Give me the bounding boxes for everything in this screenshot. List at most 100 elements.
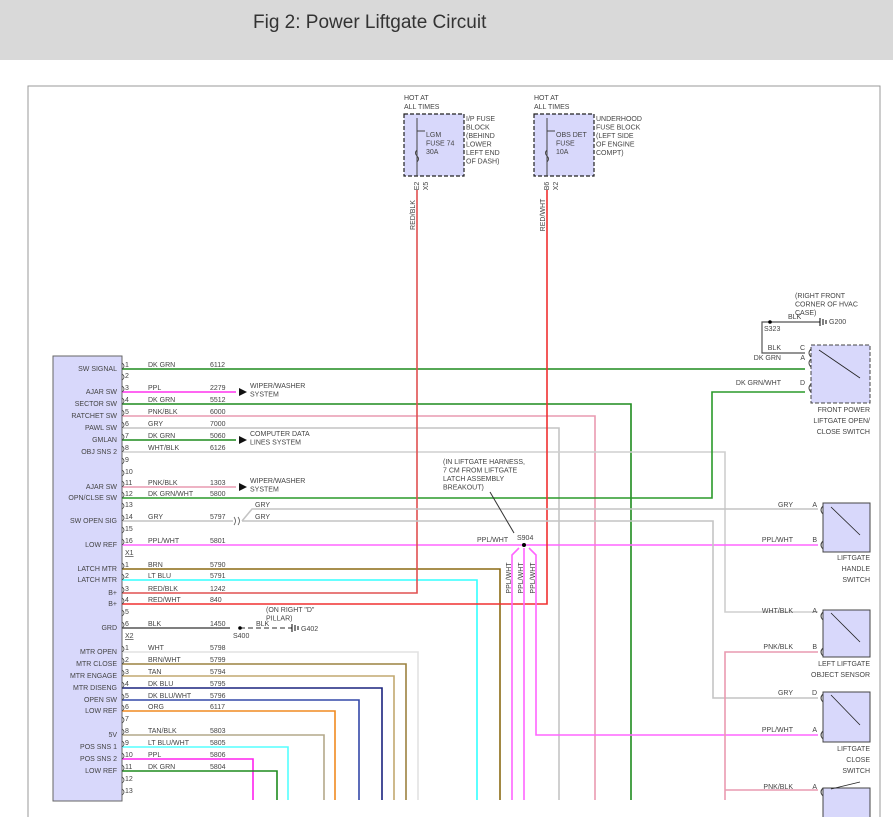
component-name: LIFTGATE <box>837 555 870 562</box>
wire-color-label: GRY <box>778 690 793 697</box>
pin-letter: A <box>800 355 805 362</box>
circuit-number-label: 1450 <box>210 621 226 628</box>
wire-color-label: RED/WHT <box>540 198 547 231</box>
wire-color-label: RED/BLK <box>148 586 178 593</box>
circuit-number-label: 5803 <box>210 728 226 735</box>
pin-function-label: LOW REF <box>85 542 117 549</box>
fuse-label: FUSE 74 <box>426 141 455 148</box>
pin-number: 5 <box>125 409 129 416</box>
bottom-component <box>822 787 871 817</box>
pin-letter: D <box>800 380 805 387</box>
wire-lt-blu-wht <box>122 746 289 800</box>
circuit-number-label: 6126 <box>210 445 226 452</box>
wire-color-label: GRY <box>255 502 270 509</box>
circuit-number-label: 5790 <box>210 562 226 569</box>
pin-number: 1 <box>125 362 129 369</box>
circuit-number-label: 5794 <box>210 669 226 676</box>
circuit-number-label: 7000 <box>210 421 226 428</box>
circuit-number-label: 5060 <box>210 433 226 440</box>
ground-note: PILLAR) <box>266 616 292 623</box>
arrow-icon <box>239 388 247 396</box>
splice-note: 7 CM FROM LIFTGATE <box>443 468 517 475</box>
component-name: HANDLE <box>842 566 871 573</box>
pin-number: 13 <box>125 502 133 509</box>
circuit-number-label: 840 <box>210 597 222 604</box>
wire-color-label: PPL/WHT <box>506 562 513 594</box>
wire-color-label: DK GRN <box>148 397 175 404</box>
wire-color-label: PPL/WHT <box>530 562 537 594</box>
pin-function-label: MTR ENGAGE <box>70 673 117 680</box>
wire-color-label: GRY <box>778 502 793 509</box>
circuit-number-label: 5800 <box>210 491 226 498</box>
destination-label: SYSTEM <box>250 392 279 399</box>
pin-function-label: GMLAN <box>92 437 117 444</box>
pin-number: 9 <box>125 457 129 464</box>
pin-letter: A <box>812 608 817 615</box>
pin-function-label: LATCH MTR <box>77 577 117 584</box>
ground-note: (RIGHT FRONT <box>795 293 846 300</box>
circuit-number-label: 5798 <box>210 645 226 652</box>
pin-function-label: B+ <box>108 590 117 597</box>
wires <box>122 190 820 800</box>
circuit-number-label: 6000 <box>210 409 226 416</box>
pin-number: 4 <box>125 681 129 688</box>
wire-color-label: WHT/BLK <box>148 445 179 452</box>
wire-color-label: PPL/WHT <box>762 727 794 734</box>
circuit-number-label: 6117 <box>210 704 225 711</box>
wire-color-label: LT BLU/WHT <box>148 740 190 747</box>
wire-color-label: PPL <box>148 752 161 759</box>
wire-color-label: BLK <box>768 345 782 352</box>
fuse-pin-label: E2 <box>414 182 421 191</box>
pin-letter: A <box>812 727 817 734</box>
ground-label: G402 <box>301 626 318 633</box>
wire-color-label: BLK <box>148 621 162 628</box>
wire-color-label: WHT/BLK <box>762 608 793 615</box>
component-name: SWITCH <box>842 577 870 584</box>
wire-color-label: LT BLU <box>148 573 171 580</box>
ground-note: CORNER OF HVAC <box>795 302 858 309</box>
pin-number: 11 <box>125 764 132 771</box>
circuit-number-label: 5801 <box>210 538 226 545</box>
pin-number: 10 <box>125 469 133 476</box>
pin-function-label: AJAR SW <box>86 484 118 491</box>
pin-function-label: OPN/CLSE SW <box>68 495 117 502</box>
pin-function-label: LOW REF <box>85 708 117 715</box>
component-name: LIFTGATE <box>837 746 870 753</box>
pin-function-label: OPEN SW <box>84 697 117 704</box>
fuse-label: OBS DET <box>556 132 587 139</box>
ground-label: G200 <box>829 319 846 326</box>
pin-function-label: B+ <box>108 601 117 608</box>
fuse-location-label: LOWER <box>466 142 492 149</box>
splice-dot-icon <box>768 320 772 324</box>
fuse-location-label: LEFT END <box>466 150 500 157</box>
wire-color-label: DK GRN <box>148 764 175 771</box>
splice-dot-icon <box>238 626 242 630</box>
pin-function-label: GRD <box>101 625 117 632</box>
object-sensor <box>822 609 871 658</box>
pin-number: 9 <box>125 740 129 747</box>
pin-function-label: MTR OPEN <box>80 649 117 656</box>
pin-number: 12 <box>125 776 133 783</box>
pin-function-label: 5V <box>108 732 117 739</box>
component-name: FRONT POWER <box>818 407 870 414</box>
pin-number: 12 <box>125 491 133 498</box>
wire-ppl <box>122 758 254 800</box>
component-name: LIFTGATE OPEN/ <box>813 418 870 425</box>
fuse-location-label: (LEFT SIDE <box>596 133 634 140</box>
labels: 1SW SIGNALDK GRN 611223AJAR SWPPL 22794SEC… <box>68 95 871 817</box>
splice-note: (IN LIFTGATE HARNESS, <box>443 459 525 466</box>
ground-icon <box>819 318 827 326</box>
pin-number: 14 <box>125 514 133 521</box>
wire-color-label: PPL/WHT <box>477 537 509 544</box>
pin-number: 6 <box>125 621 129 628</box>
wire-color-label: DK GRN <box>148 362 175 369</box>
wire-color-label: PPL/WHT <box>148 538 180 545</box>
wire-color-label: BRN/WHT <box>148 657 181 664</box>
wire-color-label: DK BLU <box>148 681 173 688</box>
splice-label: S904 <box>517 535 533 542</box>
wire-color-label: TAN/BLK <box>148 728 177 735</box>
circuit-number-label: 2279 <box>210 385 226 392</box>
circuit-number-label: 5512 <box>210 397 226 404</box>
wire-color-label: GRY <box>148 514 163 521</box>
pin-number: 5 <box>125 693 129 700</box>
